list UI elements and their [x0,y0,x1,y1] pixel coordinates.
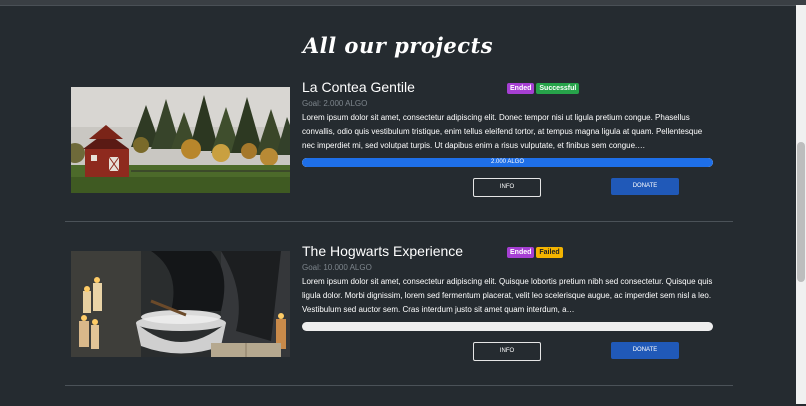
scrollbar[interactable] [796,5,806,404]
status-badges: Ended Successful [507,83,580,94]
project-goal: Goal: 2.000 ALGO [302,99,368,108]
status-badge-failed: Failed [536,247,563,258]
status-badges: Ended Failed [507,247,563,258]
project-goal: Goal: 10.000 ALGO [302,263,372,272]
project-card: The Hogwarts Experience Ended Failed Goa… [65,242,733,406]
status-badge-ended: Ended [507,83,535,94]
info-button[interactable]: INFO [473,342,541,361]
project-image-wizard-cauldron [71,251,290,357]
card-divider [65,221,733,222]
project-image-red-barn [71,87,290,193]
page-title: All our projects [302,33,494,58]
project-description: Lorem ipsum dolor sit amet, consectetur … [302,113,703,150]
scrollbar-thumb[interactable] [797,142,805,282]
project-card: La Contea Gentile Ended Successful Goal:… [65,78,733,242]
funding-progress-fill: 2.000 ALGO [302,158,713,167]
funding-progress-bar: 2.000 ALGO [302,158,713,167]
info-button[interactable]: INFO [473,178,541,197]
project-name[interactable]: The Hogwarts Experience [302,243,463,259]
project-description: Lorem ipsum dolor sit amet, consectetur … [302,277,713,314]
status-badge-successful: Successful [536,83,580,94]
funding-progress-bar [302,322,713,331]
status-badge-ended: Ended [507,247,535,258]
browser-top-bar [0,0,806,6]
project-name[interactable]: La Contea Gentile [302,79,415,95]
donate-button[interactable]: DONATE [611,342,679,359]
card-divider [65,385,733,386]
donate-button[interactable]: DONATE [611,178,679,195]
